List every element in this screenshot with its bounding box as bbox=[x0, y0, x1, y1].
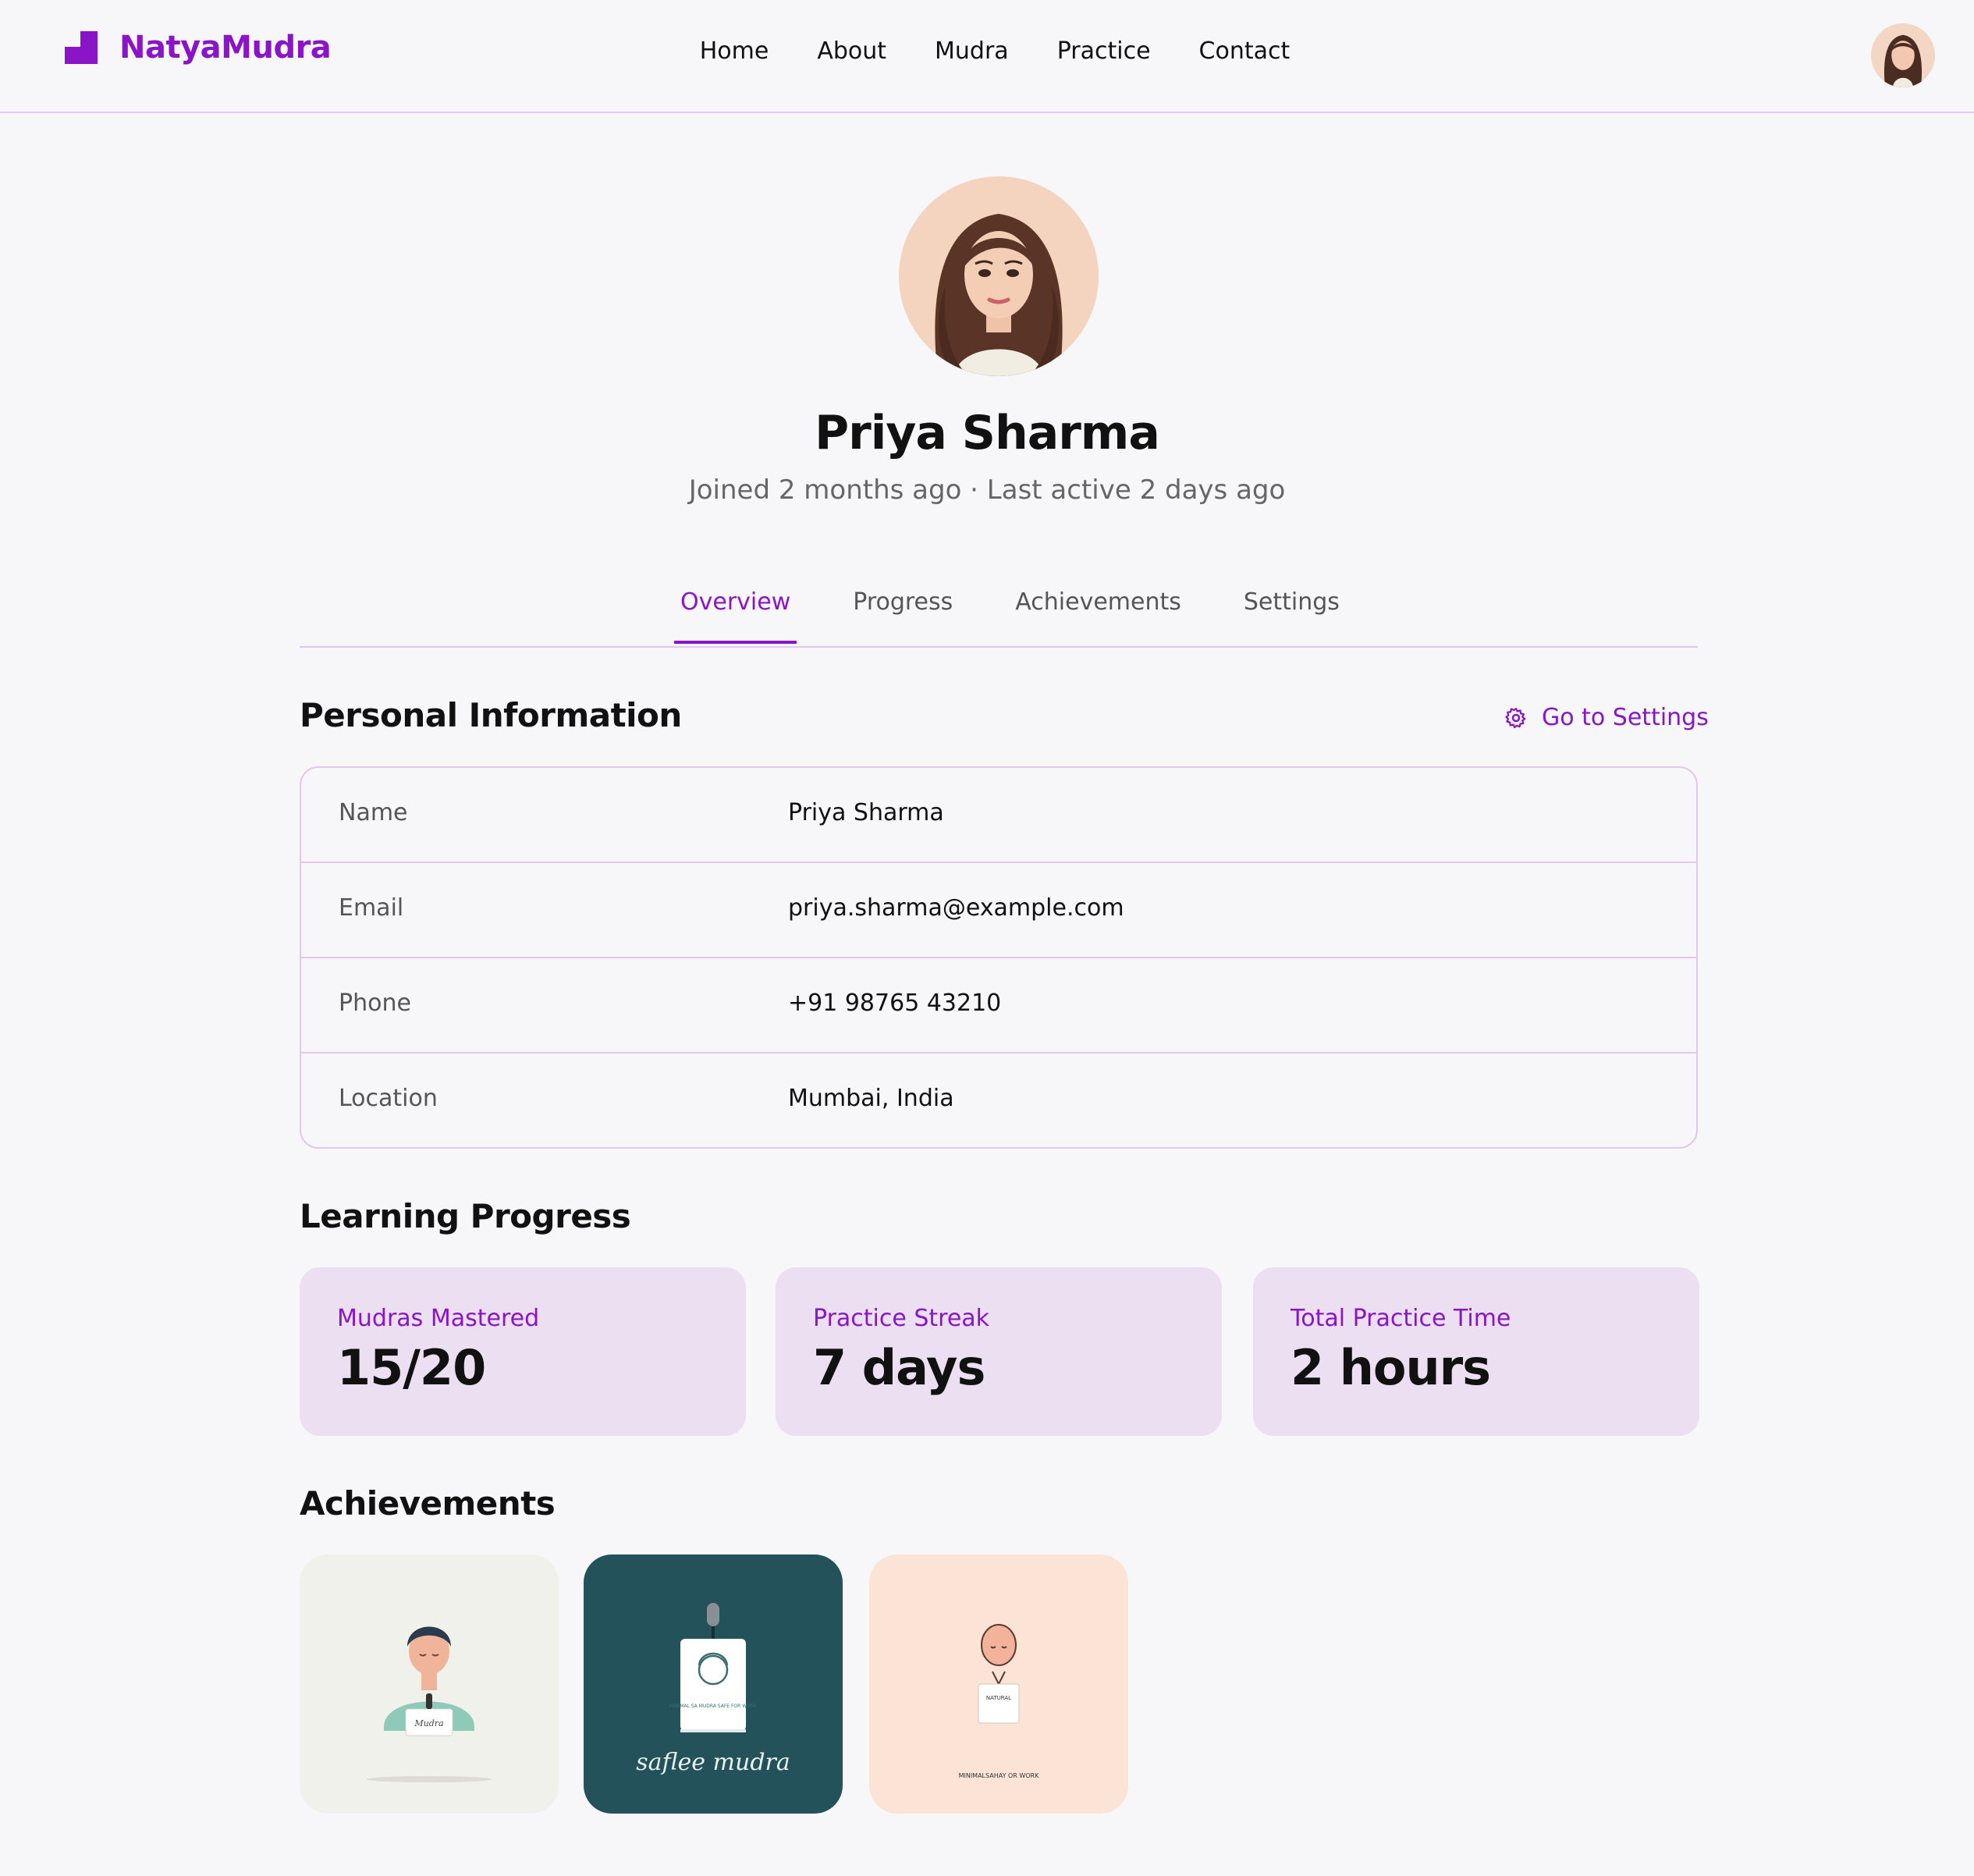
tab-overview[interactable]: Overview bbox=[674, 588, 797, 644]
info-label: Phone bbox=[339, 990, 411, 1017]
stat-value: 15/20 bbox=[337, 1339, 486, 1396]
gear-icon bbox=[1505, 707, 1526, 728]
profile-name: Priya Sharma bbox=[815, 406, 1160, 460]
tab-settings[interactable]: Settings bbox=[1237, 588, 1346, 642]
stat-label: Mudras Mastered bbox=[337, 1305, 540, 1332]
badge-text: Mudra bbox=[414, 1718, 443, 1729]
achievement-badge-3[interactable]: NATURAL MINIMALSAHAY OR WORK bbox=[869, 1554, 1128, 1814]
badge-caption: saflee mudra bbox=[636, 1749, 790, 1776]
stat-card-practice-streak: Practice Streak 7 days bbox=[776, 1267, 1222, 1436]
info-label: Location bbox=[339, 1085, 438, 1112]
info-label: Email bbox=[339, 894, 404, 922]
stat-label: Total Practice Time bbox=[1291, 1305, 1511, 1332]
main-nav: Home About Mudra Practice Contact bbox=[0, 37, 1974, 65]
stat-card-total-practice-time: Total Practice Time 2 hours bbox=[1253, 1267, 1699, 1436]
profile-tabs: Overview Progress Achievements Settings bbox=[300, 577, 1698, 648]
achievement-badge-1[interactable]: Mudra bbox=[300, 1554, 559, 1814]
nav-mudra[interactable]: Mudra bbox=[935, 37, 1009, 65]
badge-text: MINIMAL SA MUDRA SAFE FOR WORK bbox=[669, 1704, 758, 1709]
profile-avatar[interactable] bbox=[899, 176, 1099, 376]
info-value: Priya Sharma bbox=[788, 799, 944, 826]
nav-home[interactable]: Home bbox=[700, 37, 769, 65]
achievement-badge-2[interactable]: MINIMAL SA MUDRA SAFE FOR WORK saflee mu… bbox=[584, 1554, 843, 1814]
info-row-location: Location Mumbai, India bbox=[301, 1053, 1696, 1147]
go-to-settings-label: Go to Settings bbox=[1542, 704, 1709, 731]
learning-progress-title: Learning Progress bbox=[300, 1197, 631, 1235]
stat-card-mudras-mastered: Mudras Mastered 15/20 bbox=[300, 1267, 746, 1436]
info-row-email: Email priya.sharma@example.com bbox=[301, 863, 1696, 958]
nav-practice[interactable]: Practice bbox=[1057, 37, 1151, 65]
stat-label: Practice Streak bbox=[813, 1305, 990, 1332]
tab-progress[interactable]: Progress bbox=[847, 588, 959, 642]
go-to-settings-link[interactable]: Go to Settings bbox=[1504, 704, 1709, 731]
info-value: priya.sharma@example.com bbox=[788, 894, 1124, 922]
badge-caption: MINIMALSAHAY OR WORK bbox=[959, 1772, 1040, 1779]
personal-info-table: Name Priya Sharma Email priya.sharma@exa… bbox=[300, 766, 1698, 1149]
badge-text: NATURAL bbox=[986, 1695, 1011, 1701]
nav-contact[interactable]: Contact bbox=[1199, 37, 1291, 65]
profile-meta: Joined 2 months ago · Last active 2 days… bbox=[688, 474, 1286, 506]
info-row-name: Name Priya Sharma bbox=[301, 768, 1696, 863]
tab-achievements[interactable]: Achievements bbox=[1009, 588, 1188, 642]
stat-value: 2 hours bbox=[1291, 1339, 1491, 1396]
achievements-title: Achievements bbox=[300, 1484, 556, 1522]
info-row-phone: Phone +91 98765 43210 bbox=[301, 958, 1696, 1053]
info-value: +91 98765 43210 bbox=[788, 990, 1002, 1017]
stat-value: 7 days bbox=[813, 1339, 985, 1396]
info-value: Mumbai, India bbox=[788, 1085, 954, 1112]
user-avatar[interactable] bbox=[1871, 23, 1935, 87]
nav-about[interactable]: About bbox=[817, 37, 886, 65]
info-label: Name bbox=[339, 799, 408, 826]
personal-info-title: Personal Information bbox=[300, 696, 682, 734]
top-nav-bar: NatyaMudra Home About Mudra Practice Con… bbox=[0, 0, 1974, 113]
